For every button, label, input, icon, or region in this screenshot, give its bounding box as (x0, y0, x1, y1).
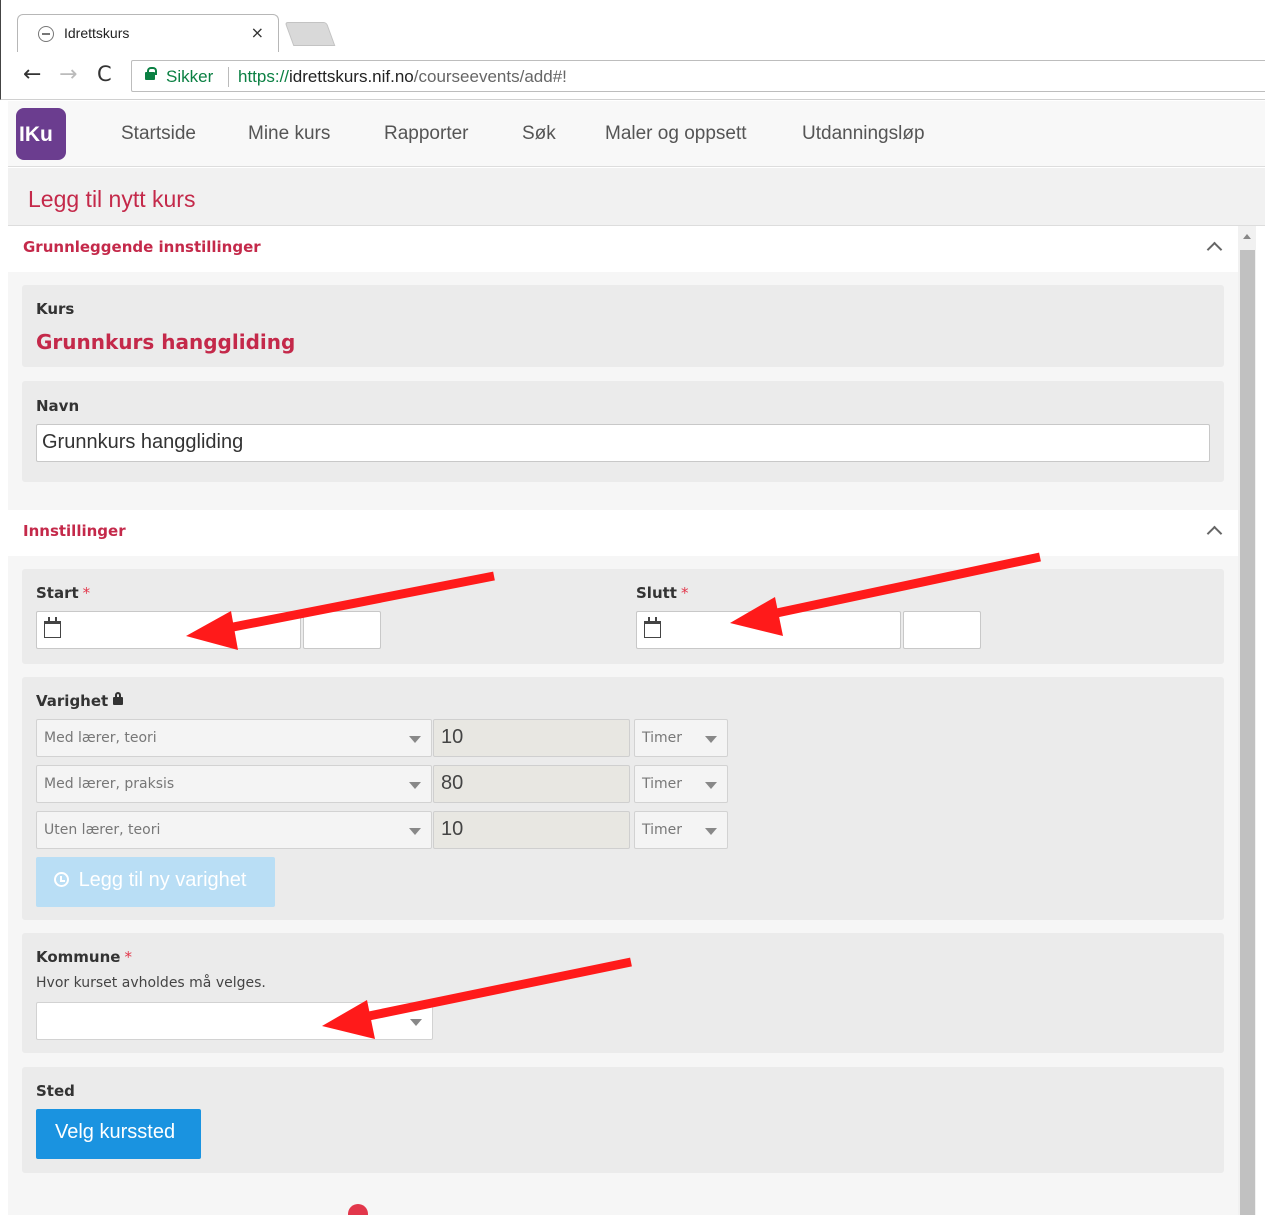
sted-label: Sted (36, 1082, 75, 1100)
navn-panel: Navn Grunnkurs hanggliding (22, 381, 1224, 482)
nav-sok[interactable]: Søk (522, 123, 556, 145)
kommune-label-text: Kommune (36, 948, 121, 966)
chevron-down-icon (409, 736, 421, 743)
navn-input[interactable]: Grunnkurs hanggliding (36, 424, 1210, 462)
nav-mine-kurs[interactable]: Mine kurs (248, 123, 330, 145)
calendar-icon[interactable] (44, 617, 61, 638)
kurs-panel: Kurs Grunnkurs hanggliding (22, 285, 1224, 367)
required-mark: * (82, 584, 91, 602)
page-title: Legg til nytt kurs (28, 186, 196, 212)
url-path: /courseevents/add#! (413, 67, 567, 86)
chevron-up-icon[interactable] (1206, 525, 1223, 542)
app-header: IKu Startside Mine kurs Rapporter Søk Ma… (8, 101, 1265, 167)
duration-type-value: Med lærer, praksis (44, 776, 175, 792)
lock-icon (145, 67, 157, 80)
kurs-label: Kurs (36, 300, 75, 318)
required-mark: * (124, 948, 132, 966)
section-basic-header[interactable]: Grunnleggende innstillinger (8, 226, 1238, 272)
duration-type-value: Uten lærer, teori (44, 822, 161, 838)
reload-icon[interactable]: C (97, 62, 112, 86)
secure-label: Sikker (166, 67, 214, 86)
new-tab-button[interactable] (284, 22, 336, 46)
site-favicon-icon (38, 26, 54, 42)
clock-icon (54, 872, 69, 887)
end-time-input[interactable] (903, 611, 981, 649)
chevron-up-icon[interactable] (1206, 241, 1223, 258)
end-date-input[interactable] (636, 611, 901, 649)
kurs-value: Grunnkurs hanggliding (36, 330, 296, 354)
duration-value-input[interactable]: 80 (433, 765, 630, 803)
tab-strip: Idrettskurs × (0, 0, 1265, 52)
kommune-select[interactable] (36, 1002, 433, 1040)
forward-arrow-icon[interactable]: → (59, 62, 77, 87)
duration-value-input[interactable]: 10 (433, 719, 630, 757)
browser-toolbar: ← → C Sikker https://idrettskurs.nif.no/… (0, 52, 1265, 100)
slutt-label-text: Slutt (636, 584, 677, 602)
scroll-up-icon[interactable] (1243, 234, 1251, 239)
chevron-down-icon (409, 782, 421, 789)
kommune-panel: Kommune * Hvor kurset avholdes må velges. (22, 933, 1224, 1053)
chevron-down-icon (705, 736, 717, 743)
section-basic-body: Kurs Grunnkurs hanggliding Navn Grunnkur… (8, 272, 1238, 510)
url-text: https://idrettskurs.nif.no/courseevents/… (238, 67, 567, 87)
duration-unit-value: Timer (642, 776, 683, 792)
kommune-help-text: Hvor kurset avholdes må velges. (36, 975, 266, 991)
calendar-icon[interactable] (644, 617, 661, 638)
nav-utdanningslop[interactable]: Utdanningsløp (802, 123, 925, 145)
start-label: Start * (36, 584, 90, 602)
duration-unit-select[interactable]: Timer (634, 765, 728, 803)
sted-panel: Sted Velg kurssted (22, 1067, 1224, 1173)
section-basic-title: Grunnleggende innstillinger (23, 238, 261, 256)
required-mark: * (680, 584, 689, 602)
choose-venue-button[interactable]: Velg kurssted (36, 1109, 201, 1159)
browser-window: Idrettskurs × ← → C Sikker https://idret… (0, 0, 1265, 1215)
logo-text: IKu (19, 123, 53, 146)
add-duration-button[interactable]: Legg til ny varighet (36, 857, 275, 907)
duration-unit-select[interactable]: Timer (634, 719, 728, 757)
form-content: Grunnleggende innstillinger Kurs Grunnku… (8, 226, 1238, 1215)
duration-label: Varighet (36, 692, 124, 710)
duration-unit-value: Timer (642, 822, 683, 838)
duration-unit-select[interactable]: Timer (634, 811, 728, 849)
duration-type-select[interactable]: Uten lærer, teori (36, 811, 432, 849)
dates-panel: Start * Slutt * (22, 569, 1224, 664)
lock-icon (113, 692, 124, 705)
scroll-thumb[interactable] (1240, 250, 1255, 1215)
start-time-input[interactable] (303, 611, 381, 649)
duration-unit-value: Timer (642, 730, 683, 746)
section-settings-header[interactable]: Innstillinger (8, 510, 1238, 556)
page-scrollbar[interactable] (1238, 226, 1256, 1215)
start-date-input[interactable] (36, 611, 301, 649)
tab-title: Idrettskurs (64, 25, 130, 41)
kommune-label: Kommune * (36, 948, 132, 966)
chevron-down-icon (705, 828, 717, 835)
add-duration-label: Legg til ny varighet (78, 869, 247, 891)
section-settings-title: Innstillinger (23, 522, 126, 540)
chevron-down-icon (705, 782, 717, 789)
tab-close-icon[interactable]: × (251, 23, 264, 42)
page-title-bar: Legg til nytt kurs (8, 168, 1265, 226)
duration-value-input[interactable]: 10 (433, 811, 630, 849)
error-badge (348, 1204, 368, 1215)
app-logo[interactable]: IKu (16, 108, 66, 160)
duration-type-select[interactable]: Med lærer, teori (36, 719, 432, 757)
duration-type-select[interactable]: Med lærer, praksis (36, 765, 432, 803)
slutt-label: Slutt * (636, 584, 688, 602)
chevron-down-icon (410, 1019, 422, 1026)
duration-type-value: Med lærer, teori (44, 730, 157, 746)
back-arrow-icon[interactable]: ← (23, 62, 41, 87)
nav-rapporter[interactable]: Rapporter (384, 123, 469, 145)
start-label-text: Start (36, 584, 79, 602)
address-divider (228, 67, 229, 87)
nav-startside[interactable]: Startside (121, 123, 196, 145)
nav-maler-og-oppsett[interactable]: Maler og oppsett (605, 123, 747, 145)
section-settings-body: Start * Slutt * Varighet Med lærer, teor… (8, 556, 1238, 1215)
url-scheme: https:// (238, 67, 290, 86)
duration-label-text: Varighet (36, 692, 109, 710)
url-host: idrettskurs.nif.no (289, 67, 414, 86)
address-bar[interactable]: Sikker https://idrettskurs.nif.no/course… (131, 60, 1265, 92)
chevron-down-icon (409, 828, 421, 835)
navn-label: Navn (36, 397, 80, 415)
browser-tab[interactable]: Idrettskurs × (17, 14, 279, 52)
